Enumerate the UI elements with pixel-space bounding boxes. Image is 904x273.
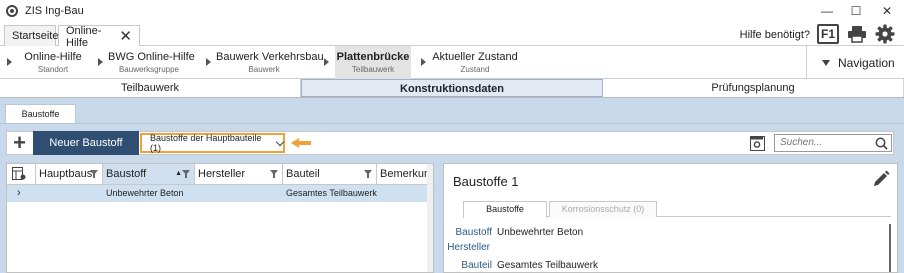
table-header: Hauptbaus Baustoff ▲ Hersteller Bauteil … xyxy=(7,164,435,185)
baustoffe-table: Hauptbaus Baustoff ▲ Hersteller Bauteil … xyxy=(6,163,435,273)
breadcrumb-sub: Teilbauwerk xyxy=(351,65,395,74)
column-label: Bauteil xyxy=(286,168,320,180)
column-label: Bemerkung xyxy=(380,168,429,180)
cell-baustoff: Unbewehrter Beton xyxy=(106,188,184,198)
breadcrumb-item-bauwerk[interactable]: Bauwerk Verkehrsbau Bauwerk xyxy=(216,46,324,79)
breadcrumb-arrow-icon xyxy=(324,58,329,66)
breadcrumb: Online-Hilfe Standort BWG Online-Hilfe B… xyxy=(0,46,904,79)
column-label: Hersteller xyxy=(198,168,246,180)
filter-icon[interactable] xyxy=(90,170,98,178)
column-settings-icon[interactable] xyxy=(7,164,36,184)
table-row[interactable]: › Unbewehrter Beton Gesamtes Teilbauwerk xyxy=(7,185,429,202)
cell-hauptbaustoff xyxy=(36,185,103,202)
breadcrumb-sub: Bauwerksgruppe xyxy=(118,65,180,74)
breadcrumb-item-standort[interactable]: Online-Hilfe Standort xyxy=(17,46,89,79)
breadcrumb-arrow-icon xyxy=(98,58,103,66)
title-bar: ZIS Ing-Bau — ☐ ✕ xyxy=(0,0,904,22)
maximize-button[interactable]: ☐ xyxy=(839,0,873,22)
breadcrumb-item-zustand[interactable]: Aktueller Zustand Zustand xyxy=(432,46,518,79)
filter-label: Baustoffe der Hauptbauteile (1) xyxy=(150,133,262,153)
chevron-down-icon xyxy=(275,137,285,146)
breadcrumb-main: Aktueller Zustand xyxy=(432,51,518,63)
breadcrumb-main: Bauwerk Verkehrsbau xyxy=(216,51,324,63)
breadcrumb-item-teilbauwerk[interactable]: Plattenbrücke Teilbauwerk xyxy=(335,46,411,79)
app-title: ZIS Ing-Bau xyxy=(25,5,84,17)
help-text: Hilfe benötigt? xyxy=(739,29,810,41)
column-label: Hauptbaus xyxy=(39,168,93,180)
tab-korrosionsschutz[interactable]: Korrosionsschutz (0) xyxy=(549,201,657,217)
cell-bauteil: Gesamtes Teilbauwerk xyxy=(286,188,377,198)
column-header-baustoff[interactable]: Baustoff ▲ xyxy=(103,164,195,184)
printer-icon[interactable] xyxy=(846,23,868,45)
filter-icon[interactable] xyxy=(270,170,278,178)
sub-tab-divider xyxy=(0,123,904,124)
breadcrumb-item-bauwerksgruppe[interactable]: BWG Online-Hilfe Bauwerksgruppe xyxy=(108,46,195,79)
row-expander-icon[interactable]: › xyxy=(7,185,36,202)
column-header-bemerkung[interactable]: Bemerkung xyxy=(377,164,429,184)
close-icon[interactable]: ✕ xyxy=(119,29,132,44)
navigation-triangle-icon xyxy=(822,59,830,66)
tab-pruefungsplanung[interactable]: Prüfungsplanung xyxy=(603,79,904,97)
navigation-label: Navigation xyxy=(838,55,895,70)
orange-arrow-icon xyxy=(291,138,311,148)
section-tabs: Teilbauwerk Konstruktionsdaten Prüfungsp… xyxy=(0,79,904,98)
sort-icon: ▲ xyxy=(175,170,182,177)
breadcrumb-sub: Standort xyxy=(37,65,69,74)
column-label: Baustoff xyxy=(106,168,147,180)
column-header-bauteil[interactable]: Bauteil xyxy=(283,164,377,184)
table-scrollbar[interactable] xyxy=(427,164,433,272)
breadcrumb-main: Plattenbrücke xyxy=(336,51,410,63)
tab-teilbauwerk[interactable]: Teilbauwerk xyxy=(0,79,301,97)
tab-startseite[interactable]: Startseite xyxy=(4,25,59,46)
new-baustoff-button[interactable]: Neuer Baustoff xyxy=(33,131,139,155)
close-window-button[interactable]: ✕ xyxy=(870,0,904,22)
detail-panel: Baustoffe 1 Baustoffe Korrosionsschutz (… xyxy=(443,163,898,273)
column-header-hersteller[interactable]: Hersteller xyxy=(195,164,283,184)
cell-hersteller xyxy=(195,185,283,202)
tab-label: Startseite xyxy=(12,30,59,42)
calendar-settings-icon[interactable] xyxy=(750,136,765,151)
gear-icon[interactable] xyxy=(873,23,897,45)
search-field[interactable] xyxy=(774,134,892,152)
cell-bemerkung xyxy=(377,185,429,202)
field-label-hersteller: Hersteller xyxy=(447,242,490,253)
toolbar: + Neuer Baustoff Baustoffe der Hauptbaut… xyxy=(6,131,894,155)
app-icon xyxy=(6,5,18,17)
document-tab-bar: Startseite Online-Hilfe ✕ Hilfe benötigt… xyxy=(0,22,904,49)
pencil-icon[interactable] xyxy=(872,170,890,188)
breadcrumb-main: BWG Online-Hilfe xyxy=(108,51,195,63)
f1-help-button[interactable]: F1 xyxy=(817,24,839,44)
field-label-baustoff: Baustoff xyxy=(455,227,492,238)
tab-online-hilfe[interactable]: Online-Hilfe ✕ xyxy=(58,24,140,49)
tab-panel-baustoffe[interactable]: Baustoffe xyxy=(463,201,547,218)
panel-scrollbar[interactable] xyxy=(889,224,891,272)
tab-baustoffe[interactable]: Baustoffe xyxy=(5,104,76,123)
search-input[interactable] xyxy=(780,137,875,148)
breadcrumb-sub: Bauwerk xyxy=(248,65,280,74)
breadcrumb-arrow-icon xyxy=(7,58,12,66)
filter-icon[interactable] xyxy=(182,170,190,178)
breadcrumb-arrow-icon xyxy=(206,58,211,66)
field-label-bauteil: Bauteil xyxy=(461,260,492,271)
tab-konstruktionsdaten[interactable]: Konstruktionsdaten xyxy=(301,79,603,97)
breadcrumb-main: Online-Hilfe xyxy=(24,51,82,63)
breadcrumb-arrow-icon xyxy=(421,58,426,66)
tab-label: Online-Hilfe xyxy=(66,24,102,49)
panel-tabs: Baustoffe Korrosionsschutz (0) xyxy=(463,201,891,218)
navigation-button[interactable]: Navigation xyxy=(806,46,904,79)
plus-icon[interactable]: + xyxy=(7,132,32,154)
field-value-bauteil: Gesamtes Teilbauwerk xyxy=(497,260,598,271)
search-icon[interactable] xyxy=(875,137,888,150)
column-header-hauptbaustoff[interactable]: Hauptbaus xyxy=(36,164,103,184)
panel-title: Baustoffe 1 xyxy=(453,174,519,189)
field-value-baustoff: Unbewehrter Beton xyxy=(497,227,584,238)
filter-dropdown[interactable]: Baustoffe der Hauptbauteile (1) xyxy=(140,133,285,153)
breadcrumb-sub: Zustand xyxy=(460,65,490,74)
filter-icon[interactable] xyxy=(364,170,372,178)
